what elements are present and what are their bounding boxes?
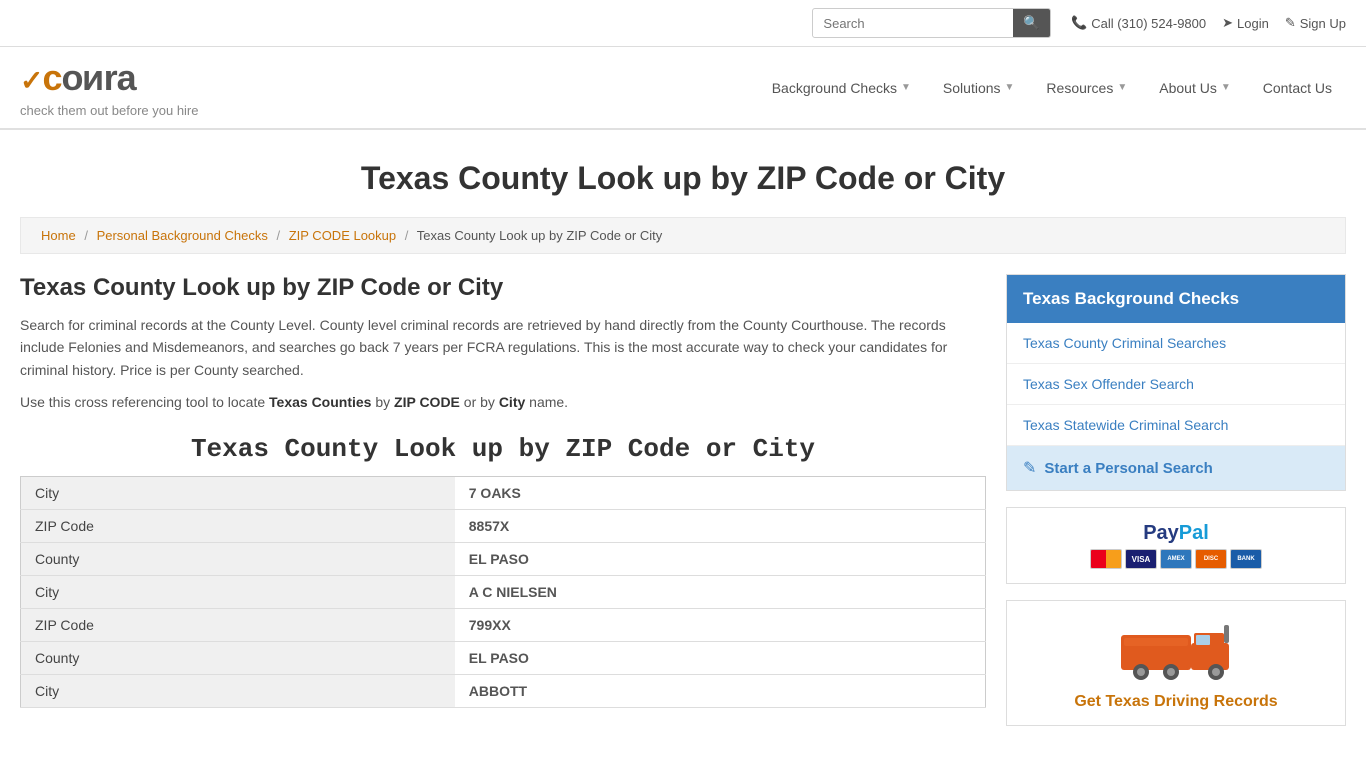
nav-solutions[interactable]: Solutions ▼ [929, 55, 1029, 121]
logo-area: ✓coɴra check them out before you hire [20, 47, 199, 128]
table-cell-value: EL PASO [455, 641, 986, 674]
content-para1: Search for criminal records at the Count… [20, 314, 986, 381]
paypal-inner: PayPal VISA AMEX DISC BANK [1090, 522, 1262, 569]
login-link[interactable]: ➤ Login [1222, 15, 1269, 31]
table-cell-value: 7 OAKS [455, 476, 986, 509]
nav-contact-us[interactable]: Contact Us [1249, 55, 1346, 121]
sidebar-link-statewide-criminal[interactable]: Texas Statewide Criminal Search [1007, 405, 1345, 446]
nav-about-us[interactable]: About Us ▼ [1145, 55, 1245, 121]
chevron-down-icon: ▼ [901, 82, 911, 93]
top-bar: 🔍 📞 Call (310) 524-9800 ➤ Login ✎ Sign U… [0, 0, 1366, 47]
breadcrumb: Home / Personal Background Checks / ZIP … [20, 217, 1346, 254]
mastercard-icon [1090, 549, 1122, 569]
sidebar-cta-link[interactable]: Start a Personal Search [1044, 460, 1212, 477]
top-links: 📞 Call (310) 524-9800 ➤ Login ✎ Sign Up [1071, 15, 1346, 31]
navbar: ✓coɴra check them out before you hire Ba… [0, 47, 1366, 130]
nav-links: Background Checks ▼ Solutions ▼ Resource… [758, 55, 1346, 121]
search-button[interactable]: 🔍 [1013, 9, 1050, 37]
search-icon: 🔍 [1023, 15, 1040, 30]
table-row: City7 OAKS [21, 476, 986, 509]
breadcrumb-zip[interactable]: ZIP CODE Lookup [289, 228, 396, 243]
logo-tagline: check them out before you hire [20, 103, 199, 118]
breadcrumb-current: Texas County Look up by ZIP Code or City [417, 228, 662, 243]
page-title: Texas County Look up by ZIP Code or City [20, 160, 1346, 197]
table-cell-label: City [21, 476, 455, 509]
table-cell-label: ZIP Code [21, 608, 455, 641]
logo: ✓coɴra check them out before you hire [20, 57, 199, 118]
logo-c: c [42, 57, 61, 98]
signup-link[interactable]: ✎ Sign Up [1285, 15, 1346, 31]
table-cell-value: A C NIELSEN [455, 575, 986, 608]
call-link[interactable]: 📞 Call (310) 524-9800 [1071, 15, 1206, 31]
sidebar-link-county-criminal[interactable]: Texas County Criminal Searches [1007, 323, 1345, 364]
table-cell-value: 8857X [455, 509, 986, 542]
content-heading: Texas County Look up by ZIP Code or City [20, 274, 986, 302]
sidebar: Texas Background Checks Texas County Cri… [1006, 274, 1346, 726]
truck-icon [1116, 615, 1236, 685]
logo-o: o [62, 57, 83, 98]
logo-n: ɴ [83, 57, 104, 99]
breadcrumb-personal[interactable]: Personal Background Checks [97, 228, 268, 243]
table-cell-label: City [21, 575, 455, 608]
lookup-table: City7 OAKSZIP Code8857XCountyEL PASOCity… [20, 476, 986, 708]
signup-icon: ✎ [1285, 15, 1296, 31]
login-icon: ➤ [1222, 15, 1233, 31]
nav-resources[interactable]: Resources ▼ [1032, 55, 1141, 121]
table-cell-label: County [21, 542, 455, 575]
table-cell-value: 799XX [455, 608, 986, 641]
table-row: ZIP Code799XX [21, 608, 986, 641]
bank-icon: BANK [1230, 549, 1262, 569]
table-row: CountyEL PASO [21, 641, 986, 674]
content-para2: Use this cross referencing tool to locat… [20, 391, 986, 413]
breadcrumb-home[interactable]: Home [41, 228, 76, 243]
card-icons: VISA AMEX DISC BANK [1090, 549, 1262, 569]
amex-icon: AMEX [1160, 549, 1192, 569]
table-row: ZIP Code8857X [21, 509, 986, 542]
chevron-down-icon: ▼ [1117, 82, 1127, 93]
edit-icon: ✎ [1023, 458, 1036, 478]
table-row: CityA C NIELSEN [21, 575, 986, 608]
sidebar-link-sex-offender[interactable]: Texas Sex Offender Search [1007, 364, 1345, 405]
logo-a: a [117, 57, 136, 98]
search-form: 🔍 [812, 8, 1051, 38]
sidebar-cta: ✎ Start a Personal Search [1007, 446, 1345, 490]
sidebar-box-header: Texas Background Checks [1007, 275, 1345, 323]
chevron-down-icon: ▼ [1005, 82, 1015, 93]
driving-records-title: Get Texas Driving Records [1021, 693, 1331, 711]
table-row: CityABBOTT [21, 674, 986, 707]
discover-icon: DISC [1195, 549, 1227, 569]
paypal-logo: PayPal [1143, 522, 1209, 545]
table-cell-value: EL PASO [455, 542, 986, 575]
table-cell-label: City [21, 674, 455, 707]
logo-r: r [104, 57, 117, 98]
phone-icon: 📞 [1071, 15, 1087, 31]
nav-background-checks[interactable]: Background Checks ▼ [758, 55, 925, 121]
search-input[interactable] [813, 11, 1013, 36]
table-row: CountyEL PASO [21, 542, 986, 575]
lookup-table-title: Texas County Look up by ZIP Code or City [20, 434, 986, 464]
table-cell-value: ABBOTT [455, 674, 986, 707]
driving-records-box: Get Texas Driving Records [1006, 600, 1346, 726]
sidebar-texas-bg-box: Texas Background Checks Texas County Cri… [1006, 274, 1346, 491]
table-cell-label: ZIP Code [21, 509, 455, 542]
visa-icon: VISA [1125, 549, 1157, 569]
paypal-box: PayPal VISA AMEX DISC BANK [1006, 507, 1346, 584]
table-cell-label: County [21, 641, 455, 674]
page-title-section: Texas County Look up by ZIP Code or City [0, 130, 1366, 217]
chevron-down-icon: ▼ [1221, 82, 1231, 93]
logo-checkmark: ✓ [20, 65, 42, 96]
content-area: Texas County Look up by ZIP Code or City… [20, 274, 986, 726]
sidebar-links: Texas County Criminal Searches Texas Sex… [1007, 323, 1345, 446]
main-wrapper: Texas County Look up by ZIP Code or City… [0, 274, 1366, 756]
